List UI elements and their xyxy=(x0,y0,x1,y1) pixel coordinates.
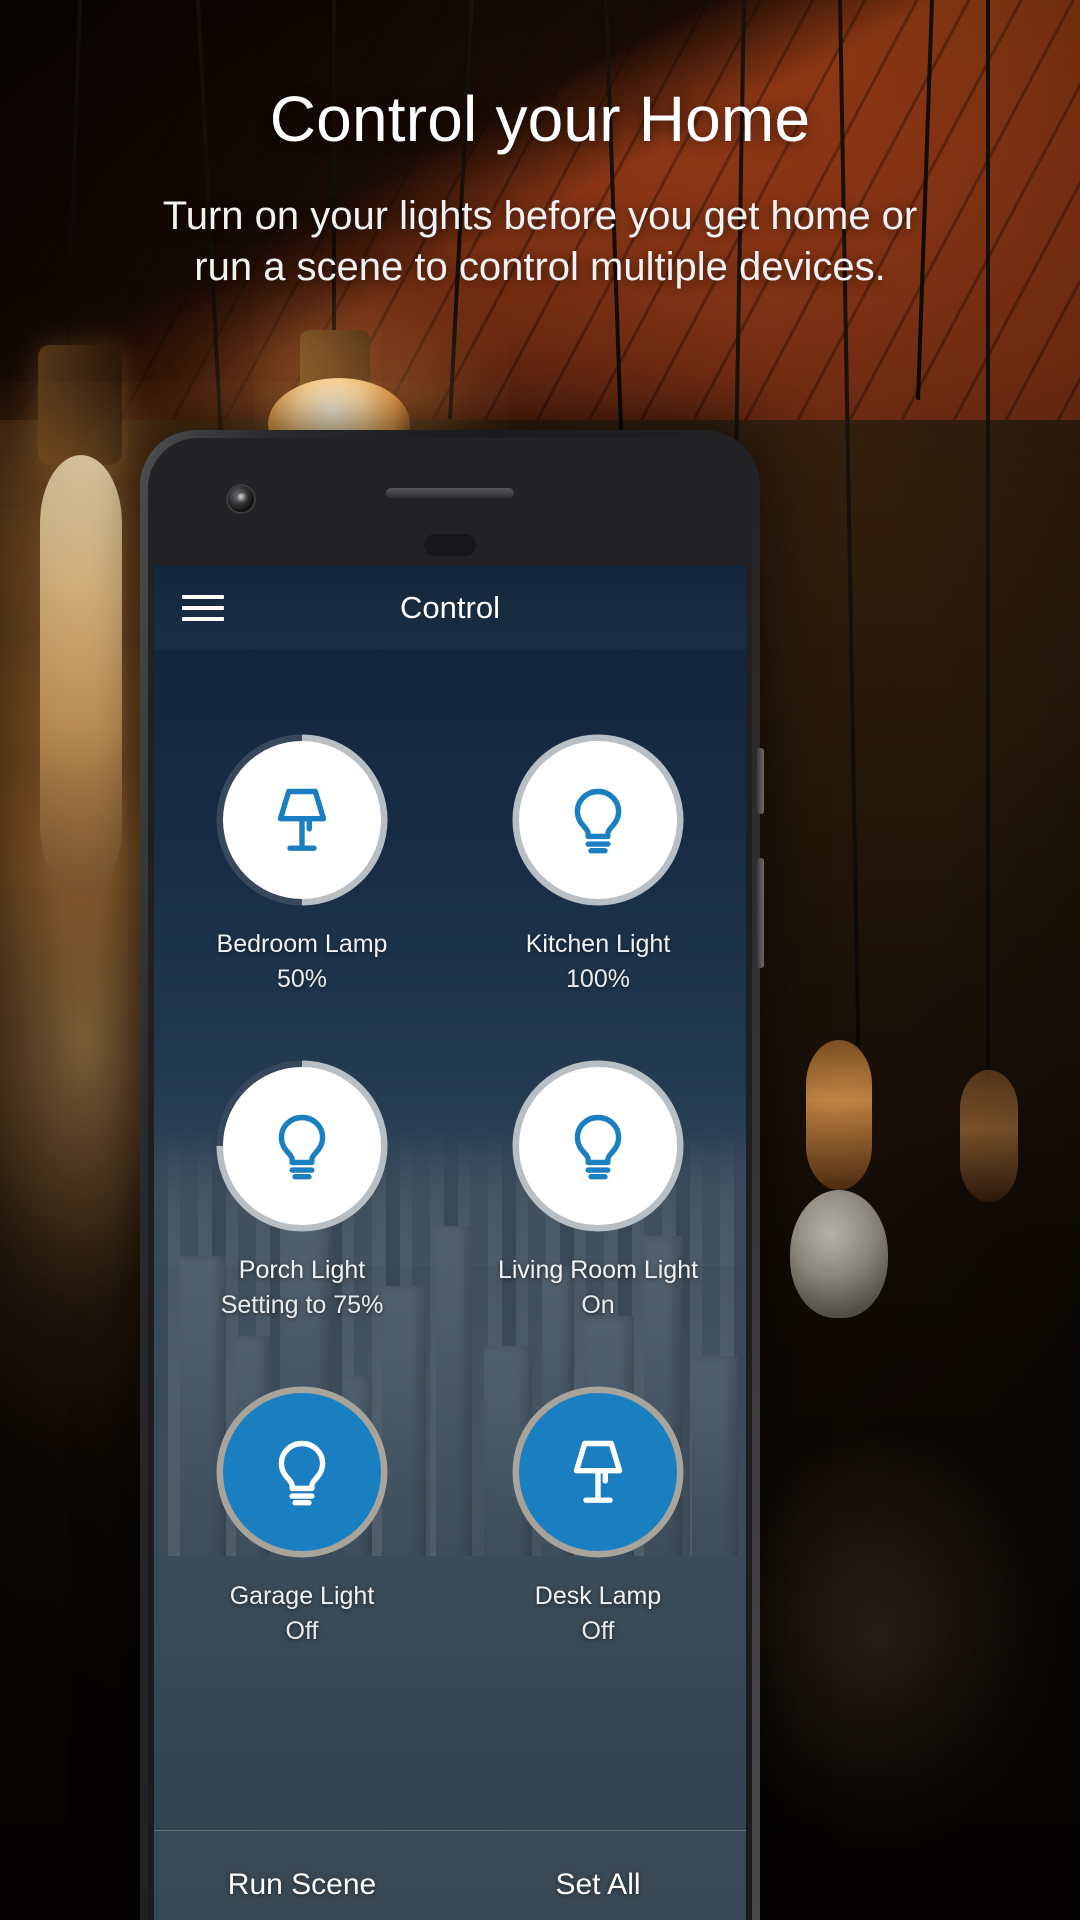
device-state: 100% xyxy=(566,965,630,993)
device-tile[interactable]: Living Room Light On xyxy=(450,1054,746,1320)
device-tile[interactable]: Porch Light Setting to 75% xyxy=(154,1054,450,1320)
device-grid: Bedroom Lamp 50% Kitchen Light 100% Porc… xyxy=(154,650,746,1646)
device-dial-2[interactable] xyxy=(506,728,690,912)
light-bulb-icon xyxy=(278,1440,326,1506)
device-dial-4[interactable] xyxy=(506,1054,690,1238)
set-all-button[interactable]: Set All xyxy=(450,1868,746,1902)
device-icon-face[interactable] xyxy=(223,1393,381,1551)
device-name: Desk Lamp xyxy=(534,1582,662,1610)
device-name: Porch Light xyxy=(238,1256,366,1284)
device-tile[interactable]: Desk Lamp Off xyxy=(450,1380,746,1646)
device-name: Garage Light xyxy=(229,1582,375,1610)
phone-side-button xyxy=(757,748,764,814)
table-lamp-icon xyxy=(573,1440,623,1503)
phone-mockup: Control Bedroom Lamp 50% Kitchen Light 1… xyxy=(140,430,764,1920)
device-state: Setting to 75% xyxy=(220,1291,384,1319)
table-lamp-icon xyxy=(277,788,327,851)
device-name: Kitchen Light xyxy=(525,930,671,958)
app-screen: Control Bedroom Lamp 50% Kitchen Light 1… xyxy=(154,566,746,1920)
device-icon-face[interactable] xyxy=(519,1067,677,1225)
light-bulb-icon xyxy=(574,788,622,854)
device-state: Off xyxy=(285,1617,319,1645)
device-dial-3[interactable] xyxy=(210,1054,394,1238)
page-title: Control your Home xyxy=(269,83,811,155)
action-bar: Run Scene Set All xyxy=(154,1830,746,1920)
device-icon-face[interactable] xyxy=(519,741,677,899)
page-subtitle: Turn on your lights before you get home … xyxy=(162,194,918,290)
phone-top-bezel xyxy=(154,438,746,566)
device-tile[interactable]: Kitchen Light 100% xyxy=(450,728,746,994)
device-state: Off xyxy=(581,1617,615,1645)
hero-section: Control your Home Turn on your lights be… xyxy=(0,0,1080,294)
device-dial-1[interactable] xyxy=(210,728,394,912)
hamburger-menu-icon[interactable] xyxy=(168,595,238,621)
light-bulb-icon xyxy=(278,1114,326,1180)
app-bar: Control xyxy=(154,566,746,650)
front-camera-icon xyxy=(226,484,256,514)
device-dial-5[interactable] xyxy=(210,1380,394,1564)
proximity-sensor xyxy=(424,534,476,556)
run-scene-button[interactable]: Run Scene xyxy=(154,1868,450,1902)
device-state: On xyxy=(581,1291,615,1319)
device-state: 50% xyxy=(276,965,328,993)
device-icon-face[interactable] xyxy=(223,741,381,899)
device-name: Living Room Light xyxy=(497,1256,699,1284)
phone-body: Control Bedroom Lamp 50% Kitchen Light 1… xyxy=(148,438,764,1920)
device-dial-6[interactable] xyxy=(506,1380,690,1564)
light-bulb-icon xyxy=(574,1114,622,1180)
device-name: Bedroom Lamp xyxy=(216,930,388,958)
device-tile[interactable]: Bedroom Lamp 50% xyxy=(154,728,450,994)
earpiece-speaker xyxy=(386,488,514,498)
device-icon-face[interactable] xyxy=(223,1067,381,1225)
device-tile[interactable]: Garage Light Off xyxy=(154,1380,450,1646)
device-icon-face[interactable] xyxy=(519,1393,677,1551)
phone-volume-button xyxy=(757,858,764,968)
app-bar-title: Control xyxy=(400,590,500,625)
